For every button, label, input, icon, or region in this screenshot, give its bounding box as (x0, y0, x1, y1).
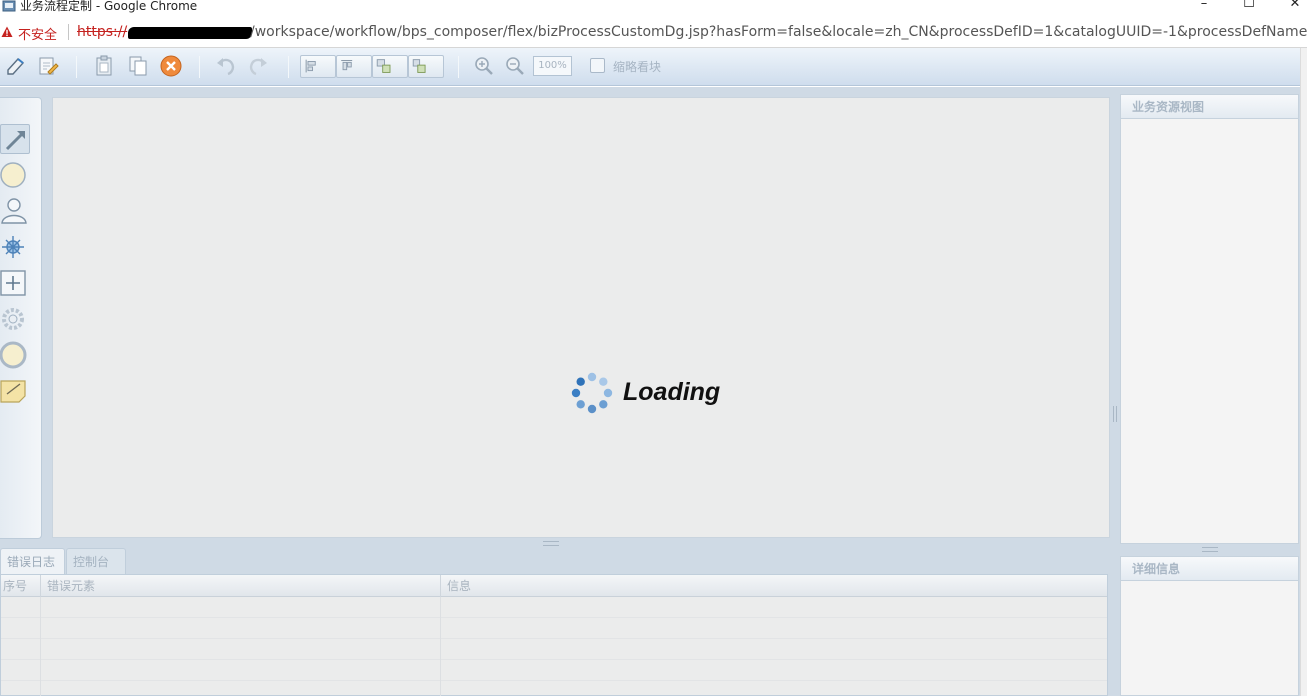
security-label[interactable]: 不安全 (18, 24, 57, 43)
loading-indicator: Loading (571, 372, 731, 414)
horizontal-resize-handle[interactable] (543, 541, 559, 546)
table-row[interactable] (1, 660, 1107, 681)
table-header: 序号 错误元素 信息 (1, 575, 1107, 597)
error-log-table: 序号 错误元素 信息 (0, 574, 1108, 696)
designer-toolbar: 100% 缩略看块 (0, 48, 1300, 86)
url-scheme[interactable]: https:// (77, 24, 127, 40)
auto-activity-icon[interactable] (0, 232, 30, 262)
connector-tool-icon[interactable] (0, 124, 30, 154)
address-separator (68, 24, 69, 40)
loading-spinner-icon (571, 372, 613, 414)
align-left-button[interactable] (300, 55, 336, 78)
page-scrollbar[interactable] (1300, 48, 1307, 696)
toolbar-divider (76, 56, 77, 78)
note-icon[interactable] (0, 376, 30, 406)
undo-icon[interactable] (214, 54, 238, 78)
zoom-in-icon[interactable] (472, 54, 496, 78)
thumbnail-label: 缩略看块 (613, 60, 662, 74)
loading-text: Loading (623, 378, 721, 406)
save-icon[interactable] (4, 54, 28, 78)
toolbar-divider (288, 56, 289, 78)
side-resize-handle[interactable] (1202, 547, 1218, 552)
close-button[interactable]: ✕ (1272, 0, 1307, 11)
zoom-level-input[interactable]: 100% (533, 56, 572, 76)
toolbar-divider (199, 56, 200, 78)
window-titlebar: 业务流程定制 - Google Chrome – ☐ ✕ (0, 0, 1307, 14)
app-icon (2, 0, 16, 12)
vertical-resize-handle[interactable] (1113, 406, 1117, 422)
tab-console[interactable]: 控制台 (66, 548, 126, 574)
align-center-button[interactable] (372, 55, 408, 78)
column-header-index[interactable]: 序号 (1, 575, 41, 597)
column-header-error-element[interactable]: 错误元素 (41, 575, 441, 597)
window-title: 业务流程定制 - Google Chrome (20, 0, 198, 13)
column-header-message[interactable]: 信息 (441, 575, 1107, 597)
url-host-redacted (128, 27, 252, 39)
table-row[interactable] (1, 597, 1107, 618)
edit-properties-icon[interactable] (36, 54, 60, 78)
resource-view-title: 业务资源视图 (1121, 95, 1298, 119)
tab-error-log[interactable]: 错误日志 (0, 548, 65, 574)
warning-icon[interactable] (1, 26, 13, 38)
align-left-icon (305, 59, 316, 73)
resource-view-panel: 业务资源视图 (1120, 94, 1299, 544)
thumbnail-checkbox[interactable] (590, 58, 605, 73)
manual-activity-icon[interactable] (0, 196, 30, 226)
table-row[interactable] (1, 639, 1107, 660)
toolbar-divider (458, 56, 459, 78)
copy-icon[interactable] (126, 54, 150, 78)
route-activity-icon[interactable] (0, 304, 30, 334)
element-palette (0, 97, 42, 539)
zoom-out-icon[interactable] (503, 54, 527, 78)
paste-icon[interactable] (92, 54, 116, 78)
column-separator (40, 597, 41, 696)
table-row[interactable] (1, 618, 1107, 639)
align-top-icon (341, 60, 353, 71)
end-event-icon[interactable] (0, 340, 30, 370)
align-top-button[interactable] (336, 55, 372, 78)
bottom-panel: 错误日志 控制台 序号 错误元素 信息 (0, 548, 1110, 696)
column-separator (440, 597, 441, 696)
start-event-icon[interactable] (0, 160, 30, 190)
url-path[interactable]: /workspace/workflow/bps_composer/flex/bi… (250, 24, 1307, 40)
address-bar[interactable]: 不安全 https:// /workspace/workflow/bps_com… (0, 14, 1307, 48)
detail-panel: 详细信息 (1120, 556, 1299, 696)
process-canvas[interactable]: Loading (52, 97, 1110, 538)
detail-panel-title: 详细信息 (1121, 557, 1298, 581)
maximize-button[interactable]: ☐ (1226, 0, 1272, 11)
subprocess-icon[interactable] (0, 268, 30, 298)
align-bottom-button[interactable] (408, 55, 444, 78)
redo-icon[interactable] (246, 54, 270, 78)
delete-icon[interactable] (159, 54, 183, 78)
minimize-button[interactable]: – (1181, 0, 1227, 11)
align-bottom-icon (412, 59, 426, 73)
align-center-icon (376, 59, 391, 73)
